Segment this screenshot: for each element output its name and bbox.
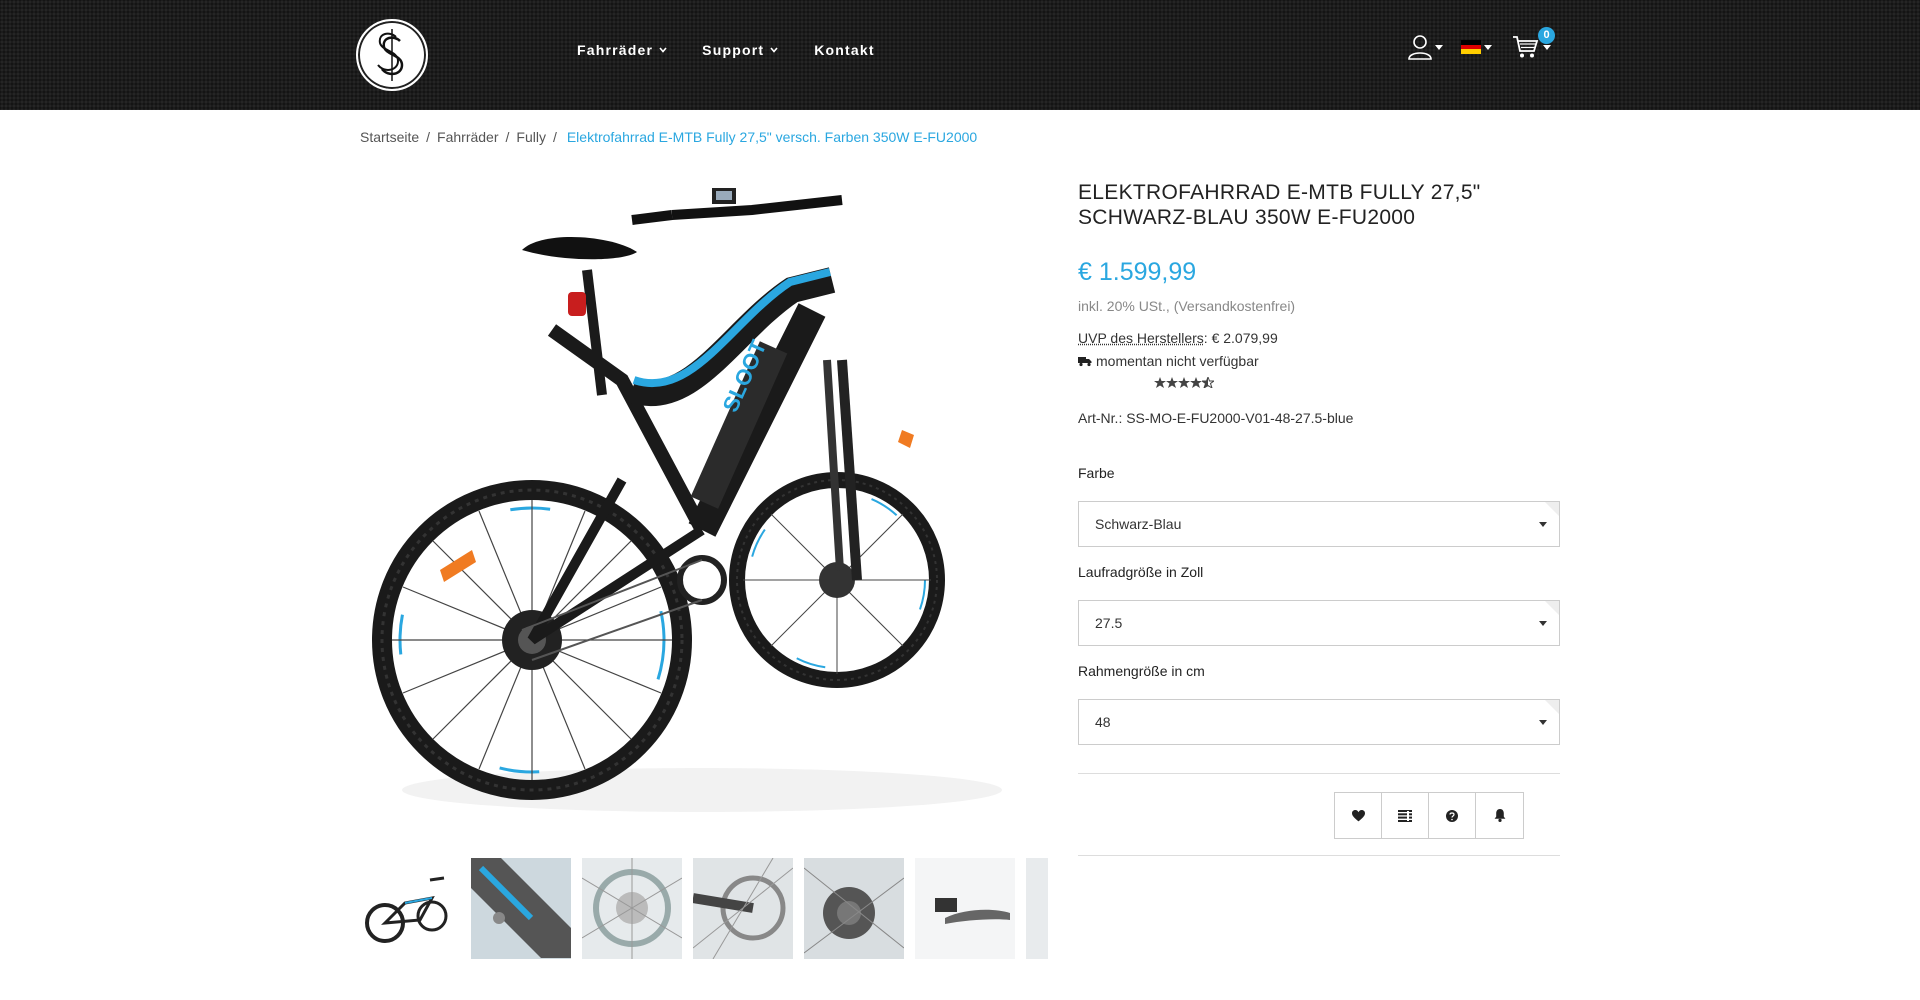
- nav-label: Support: [702, 42, 765, 58]
- laufradgroesse-select[interactable]: 27.5: [1078, 600, 1560, 646]
- breadcrumb-current: Elektrofahrrad E-MTB Fully 27,5" versch.…: [566, 129, 978, 145]
- select-corner: [1545, 502, 1559, 516]
- breadcrumb-separator: /: [426, 129, 431, 145]
- language-menu[interactable]: [1461, 40, 1492, 55]
- product-price: € 1.599,99: [1078, 258, 1197, 286]
- select-value: 48: [1095, 714, 1111, 730]
- thumbnail-image-4[interactable]: [693, 858, 793, 959]
- availability-status: momentan nicht verfügbar: [1078, 353, 1259, 369]
- nav-support[interactable]: Support: [702, 42, 778, 58]
- heart-icon: [1351, 809, 1365, 821]
- truck-icon: [1078, 356, 1092, 366]
- bell-icon: [1494, 809, 1505, 822]
- cart-button[interactable]: 0: [1512, 27, 1555, 59]
- breadcrumb-item-fahrraeder[interactable]: Fahrräder: [437, 129, 498, 145]
- breadcrumb-item-startseite[interactable]: Startseite: [360, 129, 419, 145]
- thumbnail-image-3[interactable]: [582, 858, 682, 959]
- caret-down-icon: [1539, 621, 1547, 626]
- thumbnail-image-5[interactable]: [804, 858, 904, 959]
- thumbnail-image-7[interactable]: [1026, 858, 1048, 959]
- uvp-label[interactable]: UVP des Herstellers: [1078, 330, 1204, 346]
- star-icon: [1154, 377, 1166, 388]
- tax-note: inkl. 20% USt., (Versandkostenfrei): [1078, 298, 1296, 314]
- caret-down-icon: [1435, 44, 1443, 50]
- caret-down-icon: [1539, 720, 1547, 725]
- breadcrumb-separator: /: [552, 129, 557, 145]
- chevron-down-icon: [659, 47, 667, 53]
- thumbnail-image-1[interactable]: [360, 858, 460, 959]
- site-logo[interactable]: [356, 19, 428, 91]
- main-nav: Fahrräder Support Kontakt: [577, 42, 875, 58]
- rating-stars[interactable]: [1154, 377, 1214, 388]
- chevron-down-icon: [770, 47, 778, 53]
- compare-list-icon: [1398, 809, 1412, 822]
- breadcrumb-separator: /: [505, 129, 510, 145]
- select-corner: [1545, 700, 1559, 714]
- star-icon: [1178, 377, 1190, 388]
- select-value: Schwarz-Blau: [1095, 516, 1182, 532]
- product-main-image[interactable]: SLOOT: [372, 180, 1044, 830]
- option-label-rahmengroesse: Rahmengröße in cm: [1078, 663, 1205, 679]
- product-actions: [1334, 792, 1524, 839]
- availability-text: momentan nicht verfügbar: [1096, 353, 1259, 369]
- star-icon: [1190, 377, 1202, 388]
- uvp-value: : € 2.079,99: [1203, 330, 1278, 346]
- caret-down-icon: [1543, 44, 1551, 50]
- article-number: Art-Nr.: SS-MO-E-FU2000-V01-48-27.5-blue: [1078, 410, 1354, 426]
- breadcrumb: Startseite / Fahrräder / Fully / Elektro…: [360, 129, 977, 145]
- divider: [1078, 773, 1560, 774]
- nav-kontakt[interactable]: Kontakt: [814, 42, 875, 58]
- cart-count-badge: 0: [1538, 27, 1555, 44]
- question-icon: [1446, 809, 1458, 822]
- nav-fahrraeder[interactable]: Fahrräder: [577, 42, 667, 58]
- nav-label: Kontakt: [814, 42, 875, 58]
- divider: [1078, 855, 1560, 856]
- account-menu[interactable]: [1408, 34, 1443, 60]
- user-icon: [1408, 35, 1432, 60]
- cart-icon: [1513, 36, 1539, 58]
- site-header: Fahrräder Support Kontakt 0: [0, 0, 1920, 110]
- uvp-price: UVP des Herstellers: € 2.079,99: [1078, 330, 1278, 346]
- notify-button[interactable]: [1476, 793, 1523, 838]
- farbe-select[interactable]: Schwarz-Blau: [1078, 501, 1560, 547]
- caret-down-icon: [1539, 522, 1547, 527]
- star-icon: [1166, 377, 1178, 388]
- question-button[interactable]: [1429, 793, 1476, 838]
- breadcrumb-item-fully[interactable]: Fully: [516, 129, 546, 145]
- thumbnail-image-2[interactable]: [471, 858, 571, 959]
- rahmengroesse-select[interactable]: 48: [1078, 699, 1560, 745]
- product-title: Elektrofahrrad E-MTB Fully 27,5" Schwarz…: [1078, 181, 1481, 229]
- star-half-icon: [1202, 377, 1214, 388]
- select-corner: [1545, 601, 1559, 615]
- nav-label: Fahrräder: [577, 42, 654, 58]
- option-label-laufradgroesse: Laufradgröße in Zoll: [1078, 564, 1204, 580]
- thumbnail-image-6[interactable]: [915, 858, 1015, 959]
- compare-button[interactable]: [1382, 793, 1429, 838]
- header-icons: 0: [1408, 27, 1555, 60]
- option-label-farbe: Farbe: [1078, 465, 1115, 481]
- select-value: 27.5: [1095, 615, 1123, 631]
- thumbnail-strip: [360, 858, 1048, 959]
- flag-de-icon: [1461, 40, 1481, 55]
- wishlist-button[interactable]: [1335, 793, 1382, 838]
- caret-down-icon: [1484, 44, 1492, 50]
